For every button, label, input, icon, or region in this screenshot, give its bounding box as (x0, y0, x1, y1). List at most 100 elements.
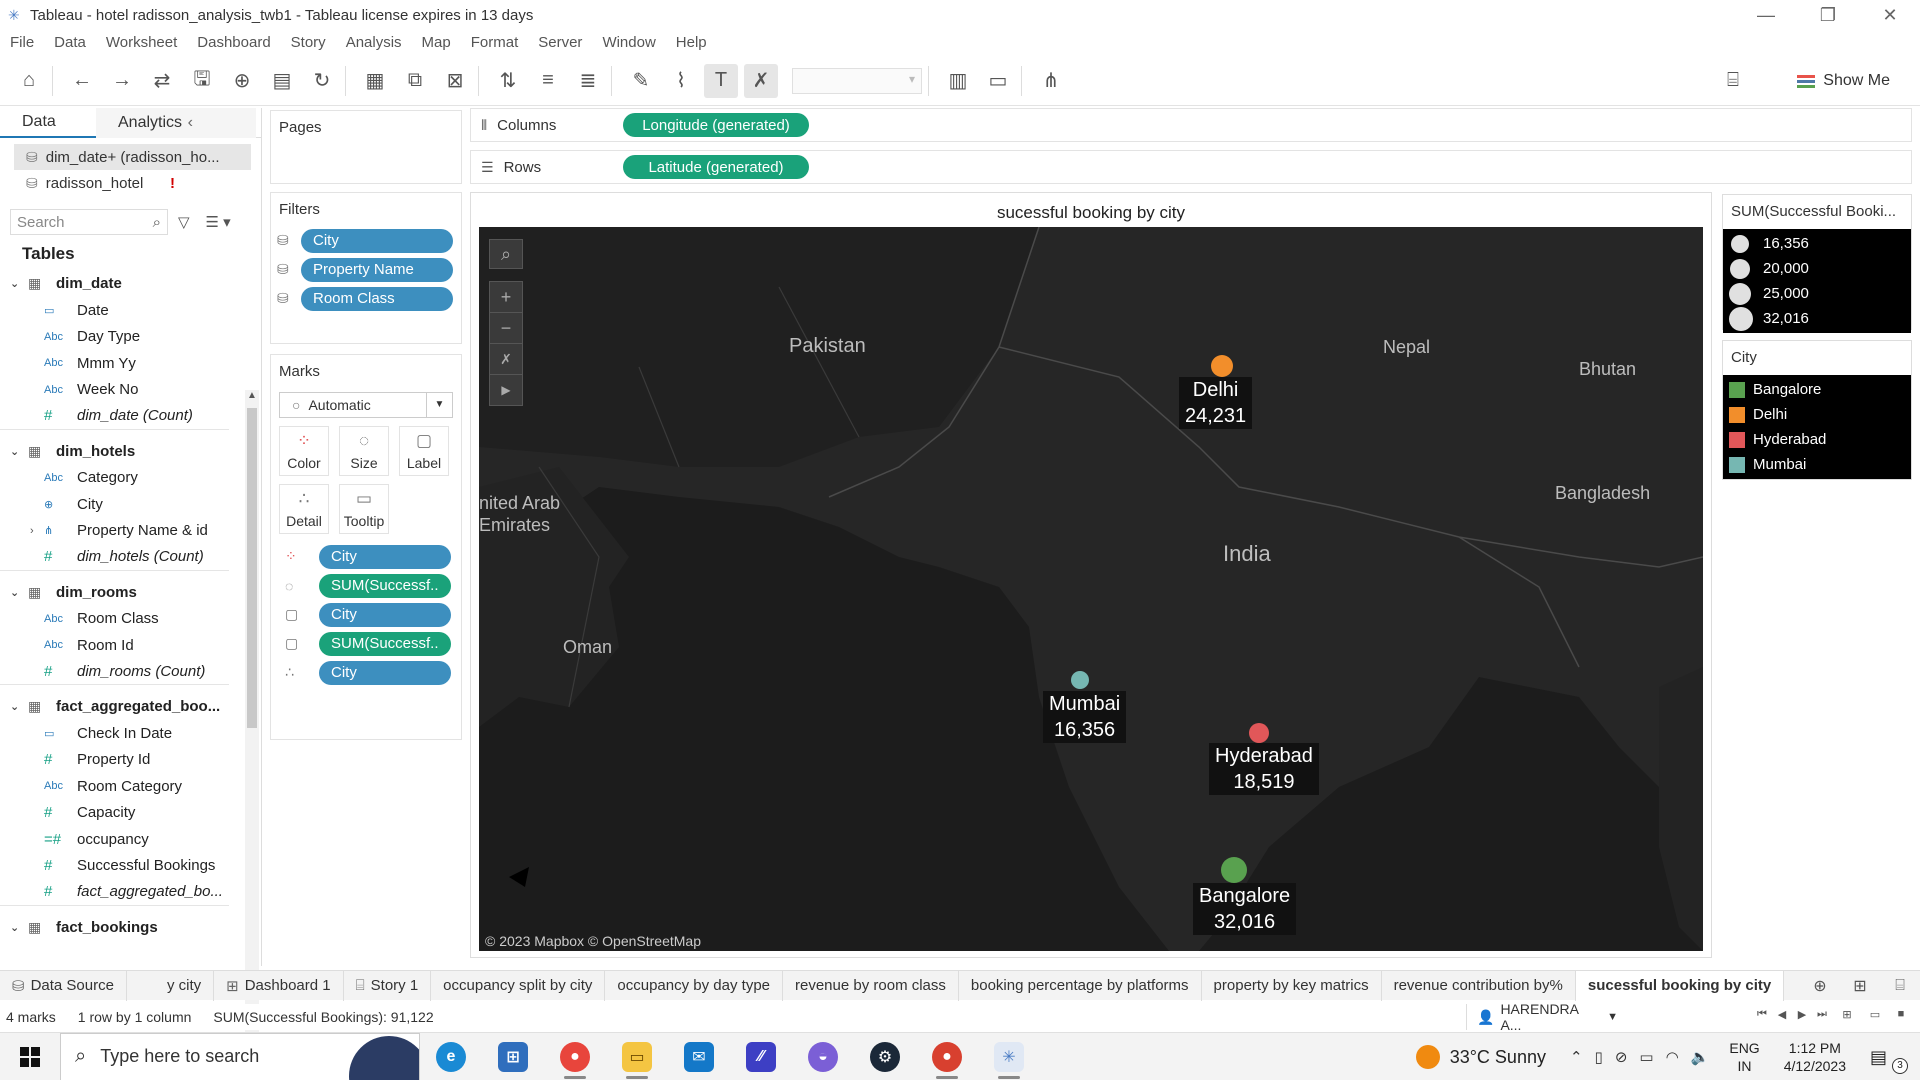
menu-window[interactable]: Window (602, 34, 655, 51)
home-icon[interactable]: ⌂ (12, 64, 46, 98)
tab-sheet-active[interactable]: sucessful booking by city (1575, 970, 1785, 1001)
field-item[interactable]: Abc Room Id (0, 632, 261, 659)
size-legend-item[interactable]: 32,016 (1723, 306, 1911, 331)
city-marker-delhi[interactable] (1211, 355, 1233, 377)
taskbar-edge[interactable]: e (420, 1033, 482, 1080)
rows-shelf[interactable]: ☰ Rows Latitude (generated) (470, 150, 1912, 184)
filter-icon[interactable]: ▽ (178, 213, 190, 231)
detail-button[interactable]: ∴ Detail (279, 484, 329, 534)
tab-sheet[interactable]: occupancy by day type (605, 970, 783, 1001)
pages-card[interactable]: Pages (270, 110, 462, 184)
new-dashboard-icon[interactable]: ⊞ (1840, 976, 1880, 996)
reset-map-icon[interactable]: ✗ (489, 343, 523, 375)
field-item[interactable]: # dim_date (Count) (0, 403, 229, 430)
datasource-item[interactable]: ⛁ radisson_hotel ! (0, 170, 261, 196)
marks-item[interactable]: ▢ SUM(Successf.. (271, 629, 461, 658)
tab-sheet[interactable]: property by key matrics (1202, 970, 1382, 1001)
taskbar-store[interactable]: ⊞ (482, 1033, 544, 1080)
taskbar-chrome-profile[interactable]: ● (916, 1033, 978, 1080)
new-worksheet-icon[interactable]: ▦ (358, 64, 392, 98)
taskbar-search[interactable]: ⌕ Type here to search (60, 1032, 420, 1080)
menu-format[interactable]: Format (471, 34, 519, 51)
field-item[interactable]: # dim_hotels (Count) (0, 544, 229, 571)
menu-dashboard[interactable]: Dashboard (197, 34, 270, 51)
show-labels-icon[interactable]: T (704, 63, 738, 98)
tab-sheet[interactable]: y city (127, 970, 215, 1001)
menu-help[interactable]: Help (676, 34, 707, 51)
field-item[interactable]: › ⋔ Property Name & id (0, 518, 261, 545)
size-legend[interactable]: SUM(Successful Booki... 16,356 20,000 25… (1722, 194, 1912, 333)
save-icon[interactable]: 🖫 (185, 64, 219, 98)
marks-pill[interactable]: City (319, 660, 451, 685)
size-legend-item[interactable]: 16,356 (1723, 231, 1911, 256)
sort-ascending-icon[interactable]: ≡ (531, 64, 565, 98)
battery-icon[interactable]: ▭ (1639, 1048, 1653, 1066)
label-button[interactable]: ▢ Label (399, 426, 449, 476)
color-legend-item[interactable]: Hyderabad (1723, 427, 1911, 452)
tab-dashboard[interactable]: ⊞ Dashboard 1 (214, 970, 344, 1001)
marks-pill[interactable]: SUM(Successf.. (319, 631, 451, 656)
duplicate-sheet-icon[interactable]: ⧉ (398, 64, 432, 98)
table-dim-hotels[interactable]: ⌄ ▦ dim_hotels (0, 438, 261, 465)
fit-combo[interactable] (792, 67, 922, 94)
network-warning-icon[interactable]: ⊘ (1615, 1048, 1628, 1066)
map-attribution[interactable]: © 2023 Mapbox © OpenStreetMap (485, 933, 701, 949)
color-legend-item[interactable]: Mumbai (1723, 452, 1911, 477)
taskbar-explorer[interactable]: ▭ (606, 1033, 668, 1080)
weather-widget[interactable]: 33°C Sunny (1415, 1045, 1546, 1069)
prev-sheet-icon[interactable]: ◀ (1772, 1008, 1792, 1021)
marks-pill[interactable]: City (319, 602, 451, 627)
menu-story[interactable]: Story (291, 34, 326, 51)
tab-analytics[interactable]: Analytics (96, 108, 256, 138)
taskbar-steam[interactable]: ⚙ (854, 1033, 916, 1080)
field-item[interactable]: # Capacity (0, 800, 261, 827)
new-datasource-icon[interactable]: ⊕ (225, 64, 259, 98)
chevron-down-icon[interactable]: ⌄ (10, 921, 28, 934)
highlight-icon[interactable]: ✎ (624, 64, 658, 98)
table-fact-bookings[interactable]: ⌄ ▦ fact_bookings (0, 914, 261, 941)
field-item[interactable]: ▭ Check In Date (0, 720, 261, 747)
table-dim-rooms[interactable]: ⌄ ▦ dim_rooms (0, 579, 261, 606)
table-dim-date[interactable]: ⌄ ▦ dim_date (0, 270, 261, 297)
map-search-icon[interactable]: ⌕ (489, 239, 523, 269)
presentation-mode-icon[interactable]: ▭ (981, 64, 1015, 98)
taskbar-tableau[interactable]: ✳ (978, 1033, 1040, 1080)
notifications-button[interactable]: ▤ 3 (1870, 1047, 1910, 1074)
pause-updates-icon[interactable]: ▤ (265, 64, 299, 98)
field-item[interactable]: ▭ Date (0, 297, 261, 324)
field-item[interactable]: # dim_rooms (Count) (0, 659, 229, 685)
next-sheet-icon[interactable]: ▶ (1792, 1008, 1812, 1021)
field-item[interactable]: ⊕ City (0, 491, 261, 518)
field-item[interactable]: Abc Mmm Yy (0, 350, 261, 377)
filmstrip-icon[interactable]: ▭ (1862, 1008, 1888, 1021)
tab-data-source[interactable]: ⛁ Data Source (0, 970, 127, 1001)
tab-sheet[interactable]: occupancy split by city (431, 970, 606, 1001)
field-item[interactable]: Abc Room Category (0, 773, 261, 800)
chevron-down-icon[interactable]: ⌄ (10, 700, 28, 713)
new-story-icon[interactable]: ⌸ (1880, 977, 1920, 995)
scroll-up-icon[interactable]: ▲ (247, 390, 257, 401)
marks-pill[interactable]: City (319, 544, 451, 569)
view-options-icon[interactable]: ☰ ▾ (206, 213, 231, 231)
filter-city[interactable]: ⛁ City (271, 226, 461, 255)
zoom-out-icon[interactable]: − (489, 312, 523, 344)
marks-item[interactable]: ∴ City (271, 658, 461, 687)
tooltip-button[interactable]: ▭ Tooltip (339, 484, 389, 534)
taskbar-mail[interactable]: ✉ (668, 1033, 730, 1080)
size-legend-item[interactable]: 25,000 (1723, 281, 1911, 306)
wifi-icon[interactable]: ◠ (1666, 1048, 1679, 1066)
color-legend[interactable]: City Bangalore Delhi Hyderabad Mumbai (1722, 340, 1912, 480)
chevron-down-icon[interactable]: ⌄ (10, 277, 28, 290)
field-item[interactable]: =# occupancy (0, 826, 261, 853)
tabs-view-icon[interactable]: ■ (1888, 1008, 1914, 1021)
field-item[interactable]: Abc Week No (0, 377, 261, 404)
group-icon[interactable]: ⌇ (664, 64, 698, 98)
columns-shelf[interactable]: ⦀ Columns Longitude (generated) (470, 108, 1912, 142)
sort-descending-icon[interactable]: ≣ (571, 64, 605, 98)
columns-pill[interactable]: Longitude (generated) (623, 113, 809, 137)
datasource-item[interactable]: ⛁ dim_date+ (radisson_ho... (14, 144, 251, 170)
tab-sheet[interactable]: revenue contribution by% (1382, 970, 1576, 1001)
field-item[interactable]: Abc Day Type (0, 324, 261, 351)
marks-item[interactable]: ▢ City (271, 600, 461, 629)
zoom-in-icon[interactable]: + (489, 281, 523, 313)
